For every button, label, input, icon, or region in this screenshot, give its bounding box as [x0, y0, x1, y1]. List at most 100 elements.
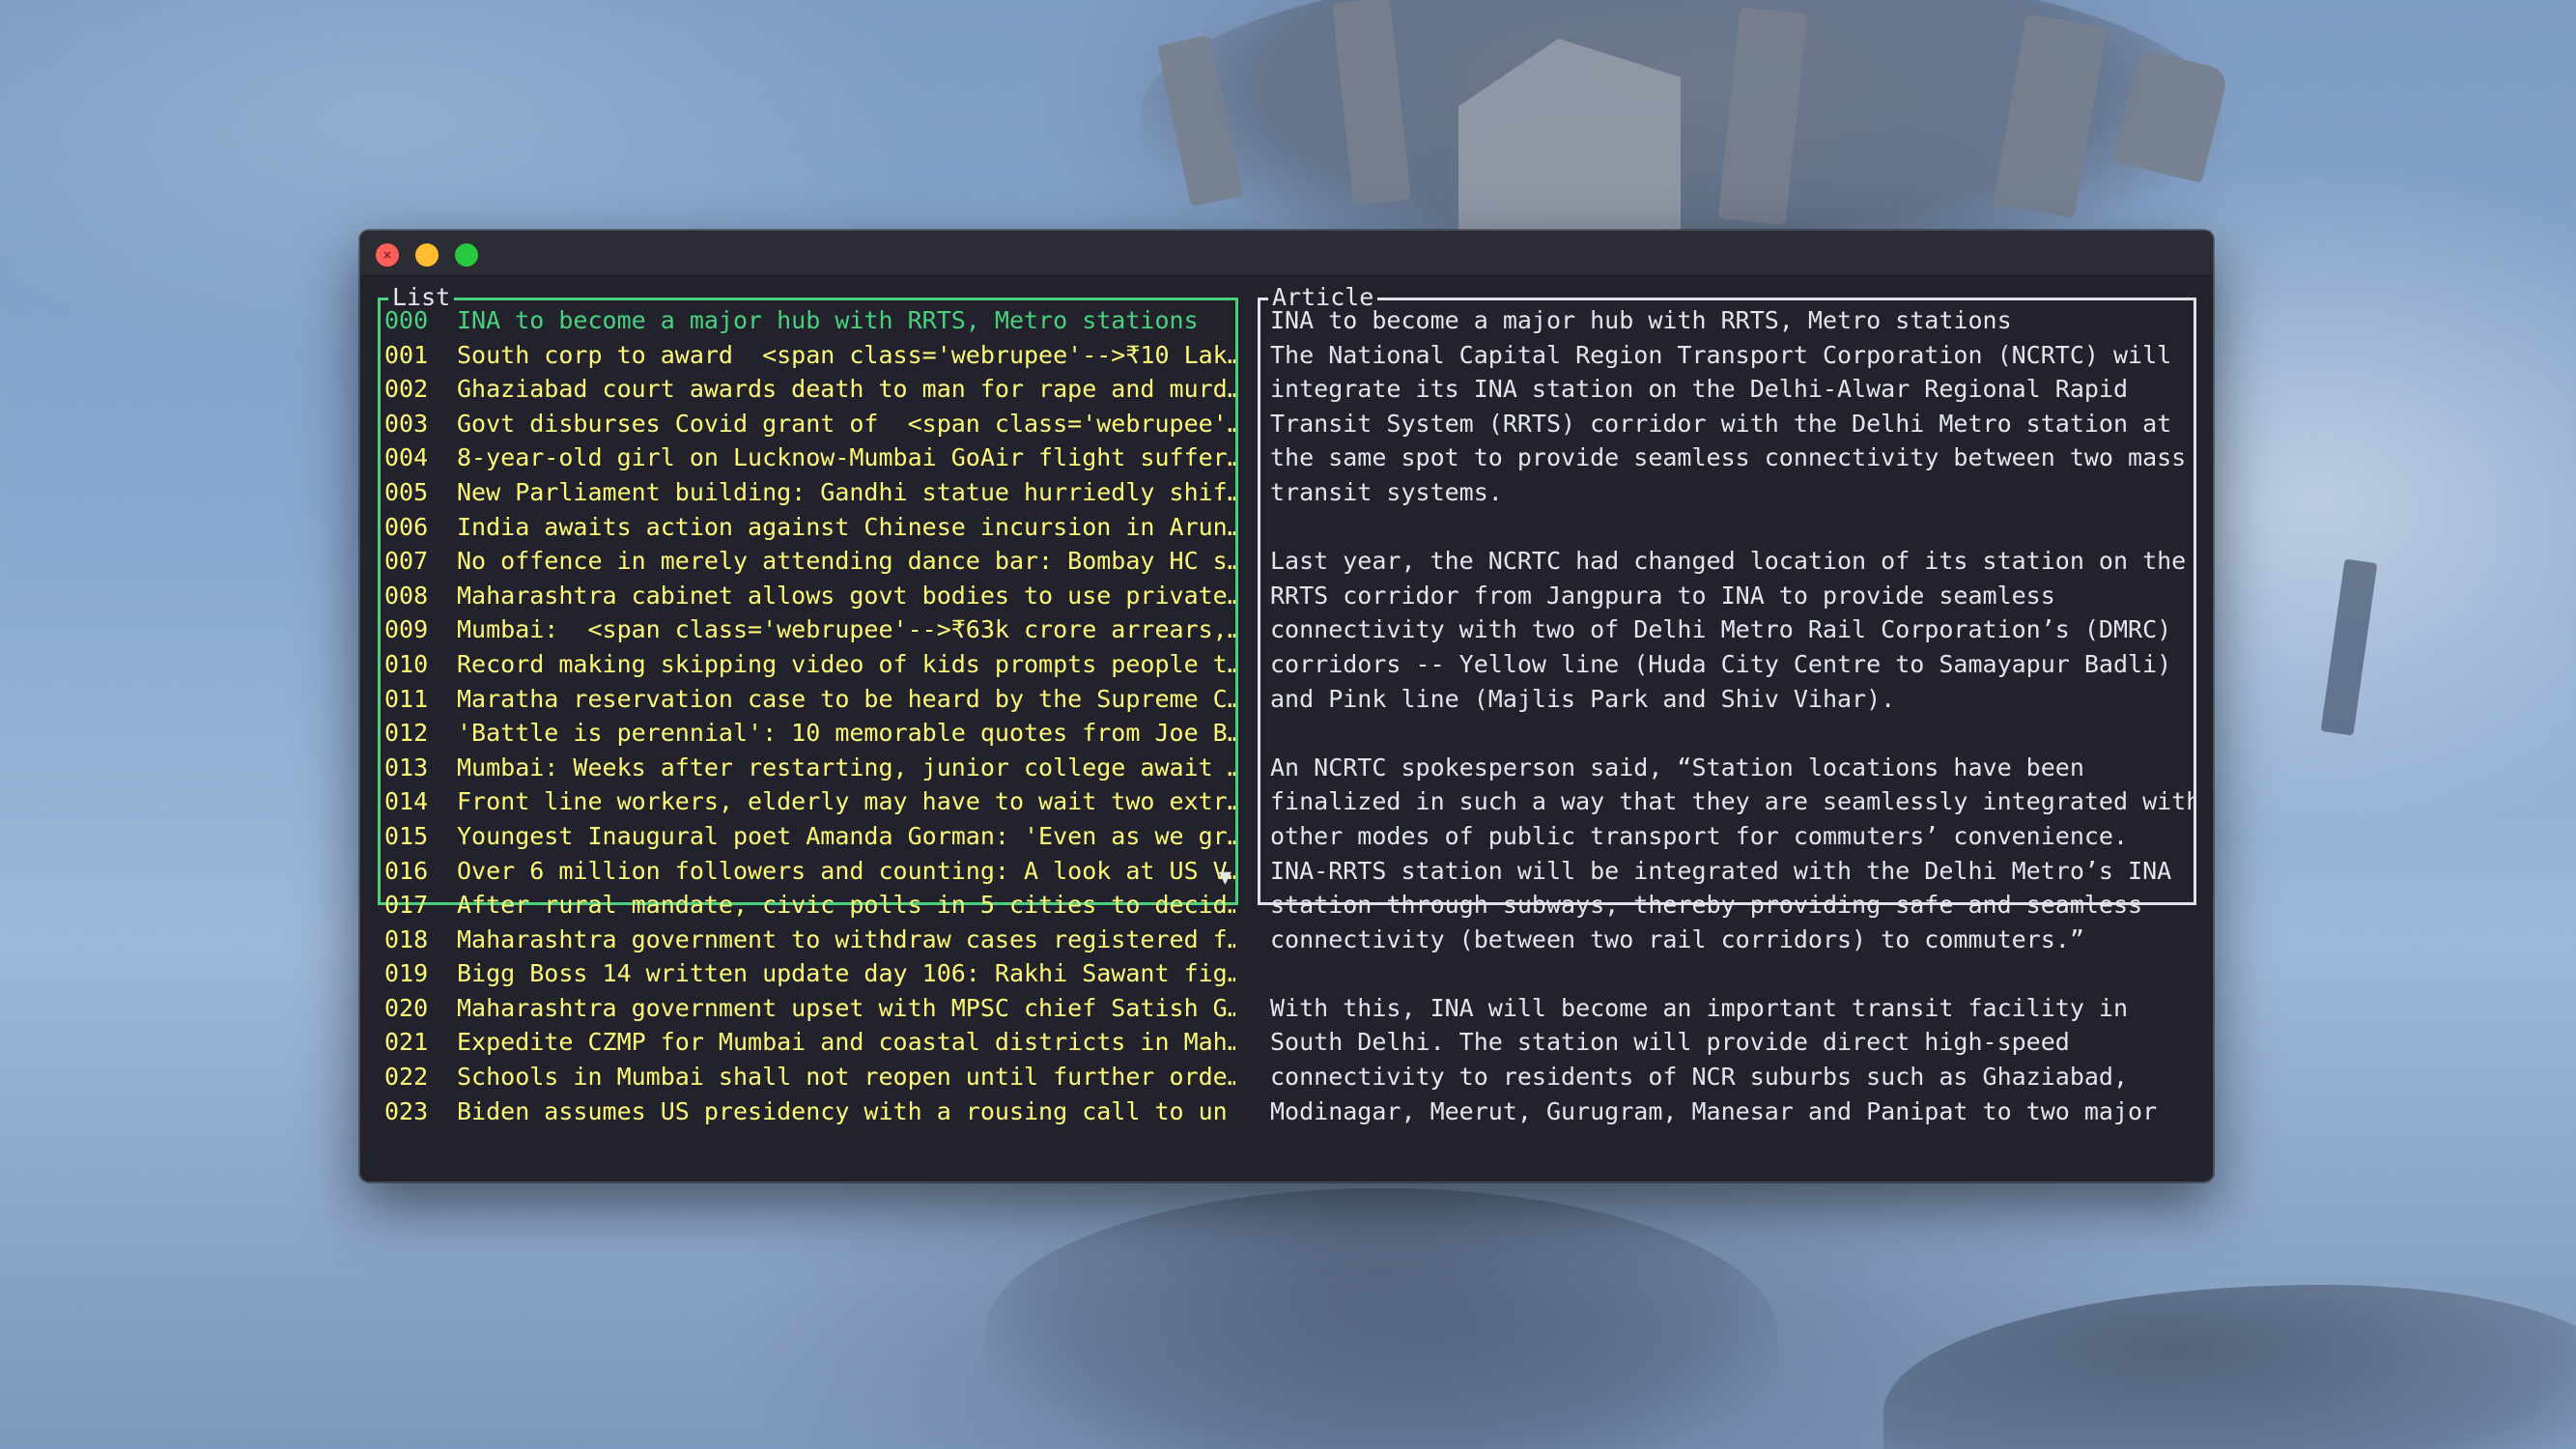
list-item-title: Over 6 million followers and counting: A… [457, 856, 1235, 885]
article-pane[interactable]: Article INA to become a major hub with R… [1258, 282, 2196, 1125]
list-item-title: India awaits action against Chinese incu… [457, 512, 1235, 541]
terminal-window[interactable]: × List 000 INA to become a major hub with… [359, 230, 2214, 1182]
list-item-title: Schools in Mumbai shall not reopen until… [457, 1063, 1235, 1092]
article-line: Modinagar, Meerut, Gurugram, Manesar and… [1270, 1096, 2158, 1125]
list-item-title: Mumbai: <span class='webrupee'-->₹63k cr… [457, 615, 1235, 644]
article-line [1260, 956, 2194, 991]
list-item-title: No offence in merely attending dance bar… [457, 547, 1235, 576]
list-item-index: 011 [384, 684, 429, 713]
list-item-index: 004 [384, 443, 429, 472]
list-item[interactable]: 002 Ghaziabad court awards death to man f… [381, 372, 1235, 407]
list-item[interactable]: 001 South corp to award <span class='webr… [381, 338, 1235, 373]
article-line: other modes of public transport for comm… [1270, 821, 2129, 850]
list-item-index: 008 [384, 581, 429, 610]
list-item-title: Youngest Inaugural poet Amanda Gorman: '… [457, 821, 1235, 850]
list-item-index: 021 [384, 1028, 429, 1057]
list-item-title: Maharashtra government upset with MPSC c… [457, 993, 1235, 1022]
scroll-down-icon[interactable]: ▼ [1219, 867, 1231, 889]
list-pane[interactable]: List 000 INA to become a major hub with R… [378, 282, 1238, 1125]
list-item[interactable]: 023 Biden assumes US presidency with a ro… [381, 1094, 1235, 1129]
wallpaper-rock [1883, 1285, 2576, 1449]
list-item[interactable]: 017 After rural mandate, civic polls in 5… [381, 888, 1235, 923]
list-item[interactable]: 000 INA to become a major hub with RRTS, … [381, 303, 1235, 338]
list-item-title: INA to become a major hub with RRTS, Met… [457, 306, 1199, 334]
list-item-index: 005 [384, 477, 429, 506]
list-item-title: New Parliament building: Gandhi statue h… [457, 477, 1235, 506]
list-item[interactable]: 016 Over 6 million followers and counting… [381, 854, 1235, 889]
list-item-title: Maharashtra government to withdraw cases… [457, 924, 1235, 953]
article-line: An NCRTC spokesperson said, “Station loc… [1270, 753, 2084, 781]
list-item[interactable]: 010 Record making skipping video of kids … [381, 647, 1235, 682]
list-item-index: 022 [384, 1063, 429, 1092]
article-body: INA to become a major hub with RRTS, Met… [1260, 303, 2194, 1128]
article-line [1260, 510, 2194, 545]
zoom-button[interactable] [455, 243, 478, 267]
list-item-index: 003 [384, 409, 429, 438]
list-item-title: Maratha reservation case to be heard by … [457, 684, 1235, 713]
list-item[interactable]: 021 Expedite CZMP for Mumbai and coastal … [381, 1025, 1235, 1060]
list-item[interactable]: 008 Maharashtra cabinet allows govt bodie… [381, 579, 1235, 613]
list-item-title: Govt disburses Covid grant of <span clas… [457, 409, 1235, 438]
close-button[interactable]: × [376, 243, 399, 267]
article-line: corridors -- Yellow line (Huda City Cent… [1270, 649, 2172, 678]
list-item-title: Ghaziabad court awards death to man for … [457, 375, 1235, 404]
list-item-index: 023 [384, 1096, 429, 1125]
list-item-title: Bigg Boss 14 written update day 106: Rak… [457, 959, 1235, 988]
article-line: transit systems. [1270, 477, 1503, 506]
list-item-index: 009 [384, 615, 429, 644]
article-line: Last year, the NCRTC had changed locatio… [1270, 547, 2187, 576]
list-item-title: Biden assumes US presidency with a rousi… [457, 1096, 1228, 1125]
list-item-index: 018 [384, 924, 429, 953]
list-item[interactable]: 014 Front line workers, elderly may have … [381, 784, 1235, 819]
list-item-index: 006 [384, 512, 429, 541]
list-item[interactable]: 015 Youngest Inaugural poet Amanda Gorman… [381, 819, 1235, 854]
list-item-title: Front line workers, elderly may have to … [457, 787, 1235, 816]
article-line: station through subways, thereby providi… [1270, 891, 2143, 920]
list-rows: 000 INA to become a major hub with RRTS, … [381, 303, 1235, 1128]
list-item[interactable]: 011 Maratha reservation case to be heard … [381, 682, 1235, 717]
list-item-index: 012 [384, 719, 429, 748]
list-item-index: 013 [384, 753, 429, 781]
list-item[interactable]: 020 Maharashtra government upset with MPS… [381, 991, 1235, 1026]
list-item-title: Maharashtra cabinet allows govt bodies t… [457, 581, 1235, 610]
list-item-index: 010 [384, 649, 429, 678]
list-item[interactable]: 005 New Parliament building: Gandhi statu… [381, 475, 1235, 510]
article-line: connectivity to residents of NCR suburbs… [1270, 1063, 2129, 1092]
list-item[interactable]: 022 Schools in Mumbai shall not reopen un… [381, 1060, 1235, 1094]
list-item[interactable]: 018 Maharashtra government to withdraw ca… [381, 923, 1235, 957]
list-item[interactable]: 006 India awaits action against Chinese i… [381, 510, 1235, 545]
article-line: connectivity with two of Delhi Metro Rai… [1270, 615, 2172, 644]
article-line: The National Capital Region Transport Co… [1270, 340, 2172, 369]
article-line: the same spot to provide seamless connec… [1270, 443, 2187, 472]
list-item[interactable]: 019 Bigg Boss 14 written update day 106: … [381, 956, 1235, 991]
article-line: RRTS corridor from Jangpura to INA to pr… [1270, 581, 2055, 610]
list-item[interactable]: 009 Mumbai: <span class='webrupee'-->₹63k… [381, 612, 1235, 647]
list-item-title: After rural mandate, civic polls in 5 ci… [457, 891, 1235, 920]
list-item-index: 007 [384, 547, 429, 576]
list-item[interactable]: 004 8-year-old girl on Lucknow-Mumbai GoA… [381, 440, 1235, 475]
wallpaper-windmill [2320, 558, 2378, 736]
list-item-index: 016 [384, 856, 429, 885]
list-item-title: Record making skipping video of kids pro… [457, 649, 1235, 678]
title-bar[interactable]: × [360, 231, 2213, 276]
article-line: INA to become a major hub with RRTS, Met… [1270, 306, 2012, 334]
article-line: and Pink line (Majlis Park and Shiv Viha… [1270, 684, 1896, 713]
list-item-index: 017 [384, 891, 429, 920]
article-line: INA-RRTS station will be integrated with… [1270, 856, 2172, 885]
list-item[interactable]: 003 Govt disburses Covid grant of <span c… [381, 407, 1235, 441]
list-item-title: 'Battle is perennial': 10 memorable quot… [457, 719, 1235, 748]
list-item[interactable]: 013 Mumbai: Weeks after restarting, junio… [381, 751, 1235, 785]
article-line: integrate its INA station on the Delhi-A… [1270, 375, 2129, 404]
list-item-index: 001 [384, 340, 429, 369]
list-item-index: 019 [384, 959, 429, 988]
minimize-button[interactable] [415, 243, 439, 267]
wallpaper-ship-hull [985, 1188, 1777, 1449]
list-item[interactable]: 012 'Battle is perennial': 10 memorable q… [381, 716, 1235, 751]
list-item[interactable]: 007 No offence in merely attending dance … [381, 544, 1235, 579]
article-line: Transit System (RRTS) corridor with the … [1270, 409, 2172, 438]
list-item-title: South corp to award <span class='webrupe… [457, 340, 1235, 369]
list-item-title: Mumbai: Weeks after restarting, junior c… [457, 753, 1235, 781]
list-item-title: 8-year-old girl on Lucknow-Mumbai GoAir … [457, 443, 1235, 472]
article-line: finalized in such a way that they are se… [1270, 787, 2194, 816]
list-item-index: 014 [384, 787, 429, 816]
